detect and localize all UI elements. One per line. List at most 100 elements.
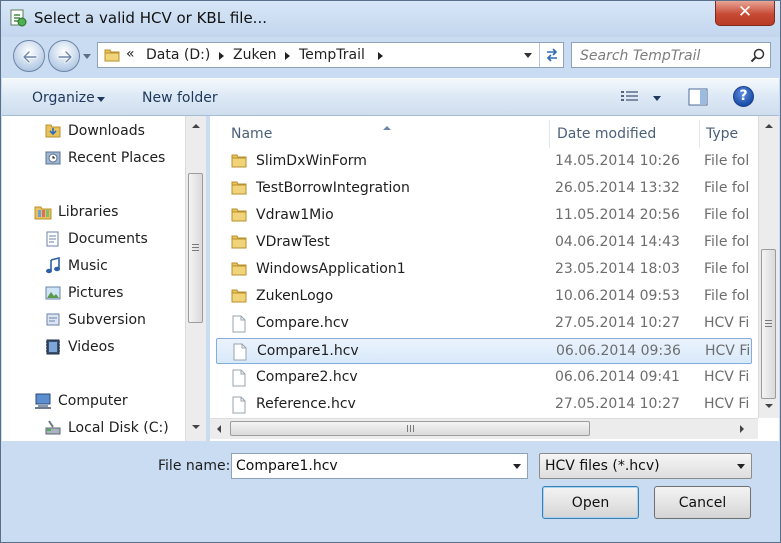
breadcrumb-data-drive[interactable]: Data (D:) <box>146 47 210 63</box>
file-row[interactable]: Reference.hcv 27.05.2014 10:27 HCV Fi <box>216 392 752 418</box>
organize-button[interactable]: Organize <box>32 90 95 106</box>
file-row[interactable]: ZukenLogo 10.06.2014 09:53 File fol <box>216 284 752 310</box>
refresh-button[interactable] <box>539 43 564 67</box>
breadcrumb-overflow[interactable]: « <box>126 46 135 62</box>
nav-pane-scrollbar[interactable] <box>185 116 206 441</box>
scrollbar-thumb[interactable] <box>188 173 203 323</box>
grip-line <box>765 323 772 324</box>
scroll-left-arrow-icon[interactable] <box>217 425 221 433</box>
breadcrumb-separator-icon[interactable] <box>285 52 290 60</box>
forward-button[interactable] <box>48 40 80 72</box>
close-button[interactable]: ✕ <box>715 1 775 26</box>
file-row[interactable]: Compare.hcv 27.05.2014 10:27 HCV Fi <box>216 311 752 337</box>
chevron-down-icon[interactable] <box>513 464 521 469</box>
file-row[interactable]: Vdraw1Mio 11.05.2014 20:56 File fol <box>216 203 752 229</box>
scrollbar-thumb[interactable] <box>761 249 776 399</box>
nav-label: Computer <box>58 393 128 409</box>
back-arrow-icon <box>22 50 38 64</box>
column-header-name[interactable]: Name <box>210 116 549 150</box>
file-row[interactable]: TestBorrowIntegration 26.05.2014 13:32 Fil… <box>216 176 752 202</box>
scroll-up-arrow-icon[interactable] <box>765 124 773 128</box>
organize-dropdown-icon[interactable] <box>97 97 105 102</box>
change-view-dropdown-icon[interactable] <box>653 96 661 101</box>
file-name: WindowsApplication1 <box>256 261 406 277</box>
file-date-modified: 14.05.2014 10:26 <box>555 153 680 169</box>
grip-line <box>765 326 772 327</box>
search-icon[interactable] <box>750 48 765 63</box>
file-name-value[interactable]: Compare1.hcv <box>236 458 338 474</box>
folder-icon <box>231 288 247 308</box>
file-rows: SlimDxWinForm 14.05.2014 10:26 File fol Tes… <box>210 150 758 418</box>
file-date-modified: 11.05.2014 20:56 <box>555 207 680 223</box>
open-button[interactable]: Open <box>542 486 639 519</box>
grip-line <box>410 425 411 432</box>
music-icon <box>46 257 60 274</box>
help-icon[interactable]: ? <box>733 86 754 107</box>
file-date-modified: 04.06.2014 14:43 <box>555 234 680 250</box>
file-row[interactable]: VDrawTest 04.06.2014 14:43 File fol <box>216 230 752 256</box>
search-box[interactable]: Search TempTrail <box>571 42 771 68</box>
breadcrumb-temptrail[interactable]: TempTrail <box>299 47 365 63</box>
videos-icon <box>46 339 60 355</box>
preview-pane-icon[interactable] <box>688 88 708 106</box>
address-history-dropdown[interactable] <box>524 53 532 58</box>
scroll-right-arrow-icon[interactable] <box>740 425 744 433</box>
column-label: Date modified <box>557 126 657 142</box>
scroll-down-arrow-icon[interactable] <box>192 425 200 429</box>
new-folder-button[interactable]: New folder <box>142 90 218 106</box>
subversion-icon <box>46 313 60 326</box>
file-date-modified: 23.05.2014 18:03 <box>555 261 680 277</box>
back-button[interactable] <box>13 40 45 72</box>
file-date-modified: 27.05.2014 10:27 <box>555 315 680 331</box>
file-type: File fol <box>704 288 750 304</box>
breadcrumb-separator-icon[interactable] <box>378 52 383 60</box>
breadcrumb-zuken[interactable]: Zuken <box>233 47 277 63</box>
file-name-combobox[interactable]: Compare1.hcv <box>231 453 528 479</box>
file-list-vertical-scrollbar[interactable] <box>758 116 779 418</box>
column-header-type[interactable]: Type <box>700 116 758 150</box>
grip-line <box>413 425 414 432</box>
navigation-row: « Data (D:) Zuken TempTrail Search TempT… <box>1 37 780 77</box>
file-row[interactable]: Compare2.hcv 06.06.2014 09:41 HCV Fi <box>216 365 752 391</box>
scroll-up-arrow-icon[interactable] <box>192 124 200 128</box>
file-type: File fol <box>704 261 750 277</box>
file-list-horizontal-scrollbar[interactable] <box>210 418 758 439</box>
file-date-modified: 26.05.2014 13:32 <box>555 180 680 196</box>
file-icon <box>232 343 248 365</box>
file-date-modified: 06.06.2014 09:36 <box>556 343 681 359</box>
app-icon <box>10 9 27 27</box>
file-type: HCV Fi <box>704 396 750 412</box>
column-header-date[interactable]: Date modified <box>550 116 699 150</box>
sort-ascending-icon <box>383 126 391 130</box>
scroll-down-arrow-icon[interactable] <box>765 404 773 408</box>
recent-locations-dropdown[interactable] <box>83 54 91 59</box>
file-row[interactable]: Compare1.hcv 06.06.2014 09:36 HCV Fi <box>216 338 752 364</box>
folder-icon <box>231 180 247 200</box>
file-row[interactable]: WindowsApplication1 23.05.2014 18:03 File … <box>216 257 752 283</box>
nav-label: Videos <box>68 339 115 355</box>
file-name: Compare2.hcv <box>256 369 358 385</box>
nav-label: Documents <box>68 231 148 247</box>
chevron-down-icon[interactable] <box>737 464 745 469</box>
grip-line <box>765 320 772 321</box>
search-placeholder: Search TempTrail <box>580 48 701 64</box>
documents-icon <box>46 231 59 247</box>
file-type-filter-select[interactable]: HCV files (*.hcv) <box>539 453 752 479</box>
breadcrumb-separator-icon[interactable] <box>219 52 224 60</box>
file-type: HCV Fi <box>705 343 751 359</box>
file-name: Compare1.hcv <box>257 343 359 359</box>
scrollbar-thumb[interactable] <box>230 421 590 436</box>
cancel-button[interactable]: Cancel <box>654 486 751 519</box>
folder-icon <box>231 234 247 254</box>
address-bar[interactable]: « Data (D:) Zuken TempTrail <box>97 42 564 68</box>
file-icon <box>231 369 247 391</box>
title-bar: Select a valid HCV or KBL file... ✕ <box>1 1 780 37</box>
file-row[interactable]: SlimDxWinForm 14.05.2014 10:26 File fol <box>216 150 752 175</box>
change-view-icon[interactable] <box>620 89 640 105</box>
file-type: File fol <box>704 180 750 196</box>
file-list-pane: Name Date modified Type SlimDxWinForm 14.… <box>210 116 779 441</box>
nav-label: Libraries <box>58 204 119 220</box>
close-icon: ✕ <box>737 2 753 22</box>
recent-places-icon <box>45 151 61 165</box>
forward-arrow-icon <box>57 50 73 64</box>
